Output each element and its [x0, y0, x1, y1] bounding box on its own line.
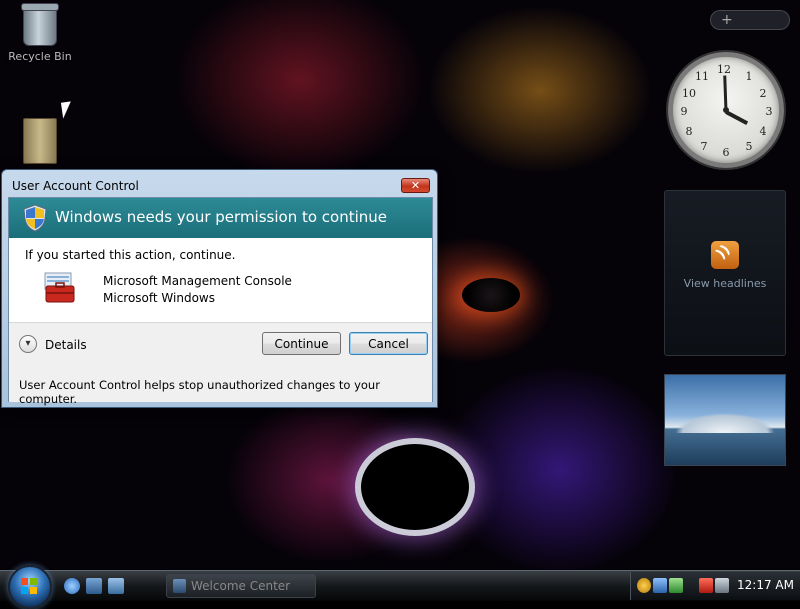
tray-app-icon[interactable] — [653, 578, 667, 593]
slideshow-gadget[interactable] — [664, 374, 786, 466]
feed-headlines-gadget[interactable]: View headlines — [664, 190, 786, 356]
taskbar-button-label: Welcome Center — [191, 579, 291, 593]
program-name: Microsoft Management Console — [103, 274, 292, 288]
uac-banner: Windows needs your permission to continu… — [9, 198, 432, 238]
uac-body: Windows needs your permission to continu… — [8, 197, 433, 406]
system-tray: 12:17 AM — [630, 572, 800, 600]
rss-icon — [711, 241, 739, 269]
clock-number: 9 — [680, 105, 688, 118]
details-toggle[interactable]: Details — [45, 338, 87, 352]
sidebar-add-gadget-button[interactable]: + — [710, 10, 790, 30]
cancel-button[interactable]: Cancel — [349, 332, 428, 355]
folder-icon — [23, 118, 57, 164]
chevron-down-icon[interactable]: ▾ — [19, 335, 37, 353]
switch-windows-icon[interactable] — [108, 578, 124, 594]
desktop-icon-label: Recycle Bin — [8, 50, 72, 63]
clock-number: 12 — [717, 63, 731, 76]
show-desktop-icon[interactable] — [86, 578, 102, 594]
network-icon[interactable] — [699, 578, 713, 593]
uac-banner-title: Windows needs your permission to continu… — [55, 208, 388, 226]
shield-icon — [23, 204, 47, 232]
desktop: Recycle Bin + 12 1 2 3 4 5 6 7 8 9 10 11… — [0, 0, 800, 570]
volume-icon[interactable] — [715, 578, 729, 593]
clock-number: 5 — [745, 140, 753, 153]
taskbar-clock[interactable]: 12:17 AM — [737, 578, 794, 592]
wallpaper-wolf-nose — [355, 438, 475, 536]
clock-number: 7 — [700, 140, 708, 153]
uac-window-title: User Account Control — [12, 179, 139, 193]
clock-gadget[interactable]: 12 1 2 3 4 5 6 7 8 9 10 11 — [668, 52, 784, 168]
clock-number: 1 — [745, 70, 753, 83]
tray-app-icon[interactable] — [637, 578, 651, 593]
program-publisher: Microsoft Windows — [103, 291, 215, 305]
wallpaper-wolf-eye — [462, 278, 520, 312]
uac-message: If you started this action, continue. — [25, 248, 236, 262]
feed-headlines-label: View headlines — [683, 277, 767, 290]
uac-footer-text: User Account Control helps stop unauthor… — [19, 378, 380, 406]
taskbar: Welcome Center 12:17 AM — [0, 565, 800, 609]
taskbar-button-welcome-center[interactable]: Welcome Center — [166, 574, 316, 598]
recycle-bin-icon — [21, 3, 59, 46]
tray-app-icon[interactable] — [669, 578, 683, 593]
clock-number: 6 — [722, 146, 730, 159]
close-button[interactable]: ✕ — [401, 178, 430, 193]
clock-center — [723, 107, 729, 113]
start-orb-icon[interactable] — [8, 565, 52, 609]
clock-number: 10 — [682, 87, 696, 100]
uac-dialog: User Account Control ✕ Windows needs you… — [1, 169, 438, 408]
desktop-icon-folder[interactable] — [0, 118, 80, 164]
mouse-cursor-icon — [60, 101, 74, 119]
clock-hour-hand — [725, 110, 749, 126]
clock-number: 2 — [759, 87, 767, 100]
uac-footer: ▾ Details Continue Cancel User Account C… — [9, 322, 432, 406]
clock-number: 11 — [695, 70, 709, 83]
toolbox-icon — [44, 272, 75, 303]
internet-explorer-icon[interactable] — [64, 578, 80, 594]
clock-number: 4 — [759, 125, 767, 138]
continue-button[interactable]: Continue — [262, 332, 341, 355]
desktop-icon-recycle-bin[interactable]: Recycle Bin — [0, 2, 80, 63]
clock-number: 8 — [685, 125, 693, 138]
clock-number: 3 — [765, 105, 773, 118]
window-icon — [173, 579, 186, 593]
